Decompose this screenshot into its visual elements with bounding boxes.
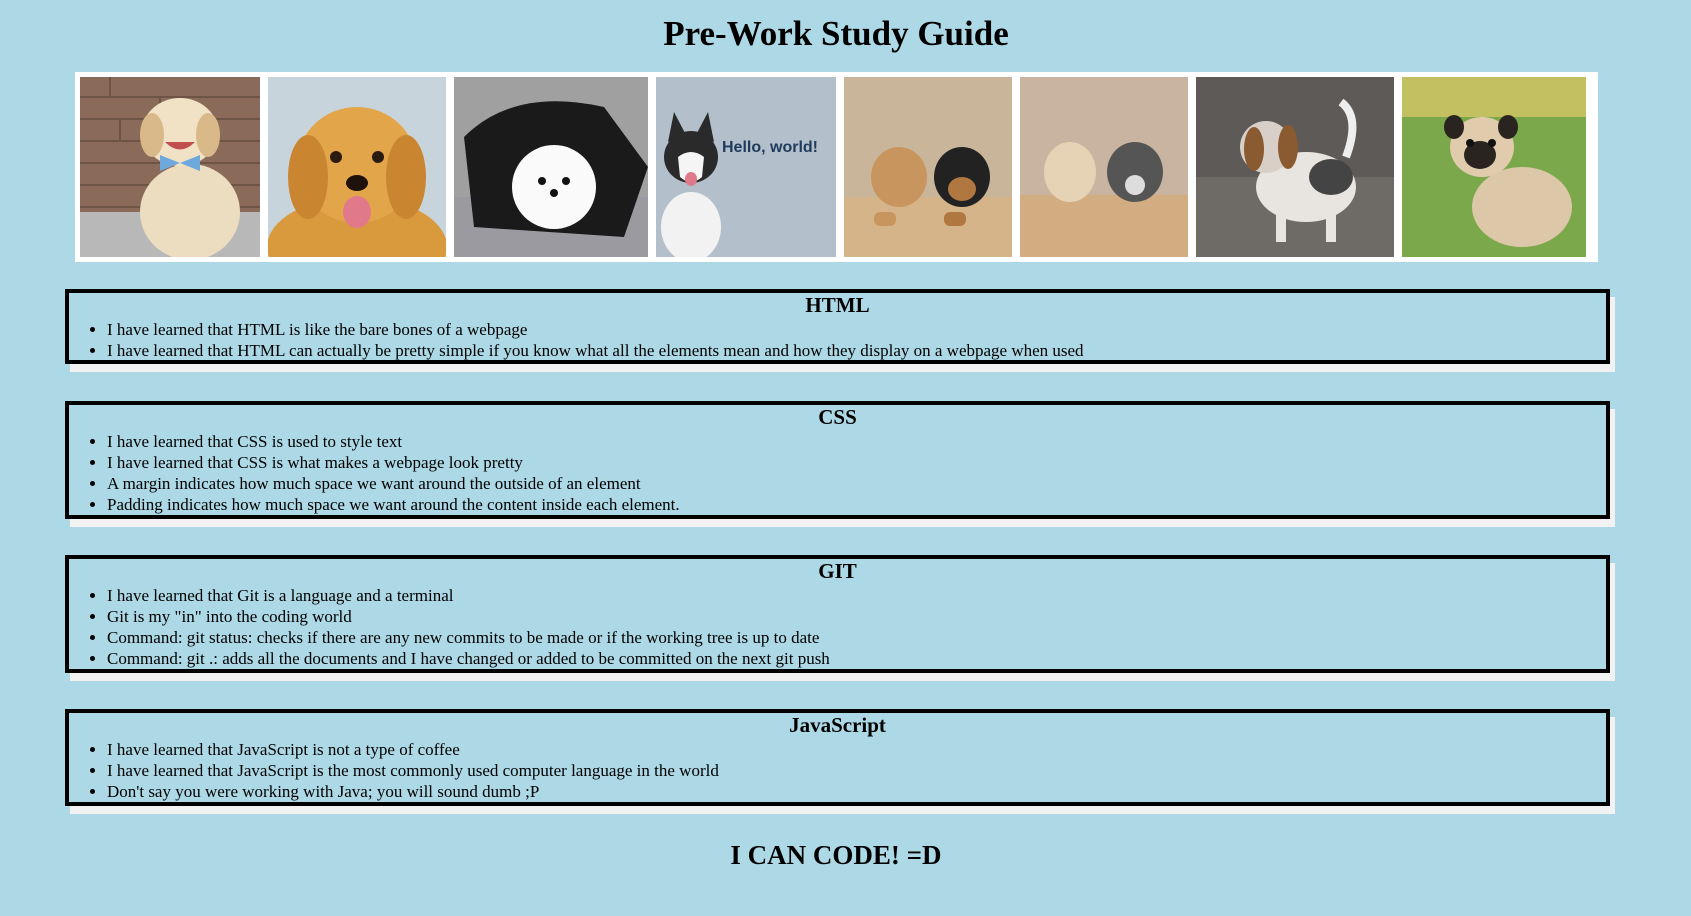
html-section: HTML I have learned that HTML is like th…	[65, 289, 1610, 364]
husky-photo-caption: Hello, world!	[722, 139, 818, 156]
list-item: Git is my "in" into the coding world	[107, 606, 1606, 627]
css-section: CSS I have learned that CSS is used to s…	[65, 401, 1610, 519]
section-heading-html: HTML	[805, 293, 870, 317]
list-item: A margin indicates how much space we wan…	[107, 473, 1606, 494]
list-item: I have learned that CSS is what makes a …	[107, 452, 1606, 473]
puppy-bowtie-photo	[80, 77, 260, 257]
list-item: Command: git .: adds all the documents a…	[107, 648, 1606, 669]
list-item: I have learned that HTML can actually be…	[107, 340, 1606, 361]
javascript-section: JavaScript I have learned that JavaScrip…	[65, 709, 1610, 806]
two-puppies-in-box-photo	[844, 77, 1012, 257]
list-item: I have learned that CSS is used to style…	[107, 431, 1606, 452]
beagle-puppy-photo	[1196, 77, 1394, 257]
pug-puppy-photo	[1402, 77, 1586, 257]
git-section: GIT I have learned that Git is a languag…	[65, 555, 1610, 673]
page-title: Pre-Work Study Guide	[663, 14, 1009, 53]
footer-tagline: I CAN CODE! =D	[730, 840, 942, 870]
list-item: I have learned that HTML is like the bar…	[107, 319, 1606, 340]
section-heading-git: GIT	[818, 559, 857, 583]
git-list: I have learned that Git is a language an…	[69, 585, 1606, 669]
html-list: I have learned that HTML is like the bar…	[69, 319, 1606, 361]
golden-retriever-puppy-photo	[268, 77, 446, 257]
list-item: Padding indicates how much space we want…	[107, 494, 1606, 515]
css-list: I have learned that CSS is used to style…	[69, 431, 1606, 515]
list-item: I have learned that JavaScript is not a …	[107, 739, 1606, 760]
list-item: I have learned that JavaScript is the mo…	[107, 760, 1606, 781]
javascript-list: I have learned that JavaScript is not a …	[69, 739, 1606, 802]
section-heading-css: CSS	[818, 405, 857, 429]
husky-puppy-photo: Hello, world!	[656, 77, 836, 257]
section-heading-javascript: JavaScript	[789, 713, 886, 737]
white-pomeranian-puppy-photo	[454, 77, 648, 257]
list-item: Command: git status: checks if there are…	[107, 627, 1606, 648]
list-item: Don't say you were working with Java; yo…	[107, 781, 1606, 802]
page: Pre-Work Study Guide Hello, world! HTML …	[0, 0, 1691, 916]
list-item: I have learned that Git is a language an…	[107, 585, 1606, 606]
puppy-gallery: Hello, world!	[75, 72, 1598, 262]
two-puppies-in-crate-photo	[1020, 77, 1188, 257]
